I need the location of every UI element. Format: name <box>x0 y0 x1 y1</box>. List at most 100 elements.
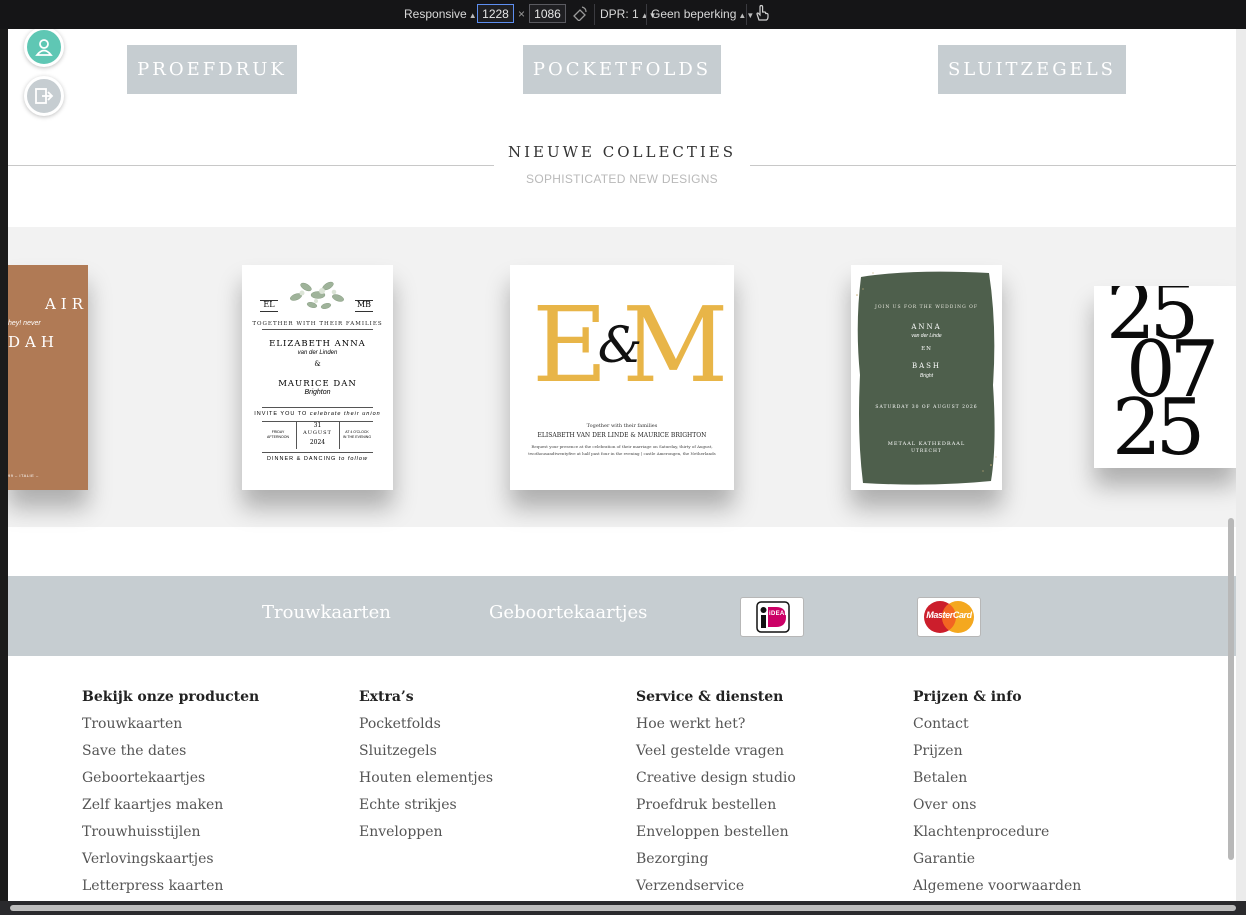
device-mode-select[interactable]: Responsive▲▼ <box>404 6 485 23</box>
green-date: SATURDAY 30 OF AUGUST 2026 <box>875 405 978 410</box>
footer-link[interactable]: Houten elementjes <box>359 769 493 796</box>
footer-link[interactable]: Bezorging <box>636 850 796 877</box>
card-place: IN THE EVENING <box>342 435 372 439</box>
card-day-number: 31 <box>313 422 322 429</box>
footer-link[interactable]: Letterpress kaarten <box>82 877 259 901</box>
footer-bar: Trouwkaarten Geboortekaartjes iDEAL Mast… <box>8 576 1236 656</box>
em-text-2: twothousandtwentyfive at half past four … <box>528 451 716 456</box>
footer-link[interactable]: Trouwkaarten <box>82 715 259 742</box>
footer-link[interactable]: Geboortekaartjes <box>82 769 259 796</box>
footer-link[interactable]: Pocketfolds <box>359 715 493 742</box>
user-icon <box>35 39 53 56</box>
footer-link[interactable]: Save the dates <box>82 742 259 769</box>
footer-link[interactable]: Over ons <box>913 796 1081 823</box>
footer-link[interactable]: Betalen <box>913 769 1081 796</box>
green-venue: METAAL KATHEDRAAL <box>887 441 966 447</box>
footer-link[interactable]: Veel gestelde vragen <box>636 742 796 769</box>
mastercard-label: MasterCard <box>926 610 972 620</box>
logout-button[interactable] <box>24 76 64 116</box>
footer-link[interactable]: Sluitzegels <box>359 742 493 769</box>
monogram-left: EL <box>263 300 275 309</box>
footer-link[interactable]: Trouwhuisstijlen <box>82 823 259 850</box>
em-together: Together with their families <box>586 423 658 429</box>
vertical-scrollbar-thumb[interactable] <box>1228 518 1234 860</box>
collection-card-green[interactable]: JOIN US FOR THE WEDDING OF ANNA van der … <box>851 265 1002 490</box>
horizontal-scrollbar-thumb[interactable] <box>10 905 1236 911</box>
ideal-label: iDEAL <box>769 611 789 617</box>
card-year: 2024 <box>309 439 326 446</box>
card-line-1: AIR <box>44 295 88 313</box>
card-invite-line: INVITE YOU TO celebrate their union <box>242 411 393 417</box>
category-button-sluitzegels[interactable]: SLUITZEGELS <box>938 45 1126 94</box>
footer-column-producten: Bekijk onze producten Trouwkaarten Save … <box>82 688 259 901</box>
card-day: FRIDAY <box>271 430 285 434</box>
mastercard-badge: MasterCard <box>917 597 981 637</box>
footer-link[interactable]: Prijzen <box>913 742 1081 769</box>
footer-column-service: Service & diensten Hoe werkt het? Veel g… <box>636 688 796 901</box>
section-divider-right <box>750 165 1236 166</box>
green-name-2: BASH <box>911 362 942 370</box>
footer-link-trouwkaarten[interactable]: Trouwkaarten <box>262 602 391 623</box>
account-button[interactable] <box>24 29 64 67</box>
card-script-2: Brighton <box>304 389 331 396</box>
column-title: Bekijk onze producten <box>82 689 260 705</box>
green-name-1: ANNA <box>911 323 942 331</box>
green-script-1: van der Linde <box>911 333 942 339</box>
section-subtitle: SOPHISTICATED NEW DESIGNS <box>526 172 718 186</box>
footer-link[interactable]: Algemene voorwaarden <box>913 877 1081 901</box>
card-ampersand: & <box>314 360 321 368</box>
green-city: UTRECHT <box>911 449 942 454</box>
footer-link[interactable]: Contact <box>913 715 1081 742</box>
footer-link[interactable]: Creative design studio <box>636 769 796 796</box>
collection-card-date[interactable]: 25 07 25 <box>1094 286 1236 468</box>
page-viewport: PROEFDRUK POCKETFOLDS SLUITZEGELS NIEUWE… <box>8 29 1236 901</box>
collection-card-floral[interactable]: EL MB TOGETHER WITH THEIR FAMILIES ELIZA… <box>242 265 393 490</box>
viewport-width-input[interactable]: 1228 <box>477 4 514 23</box>
footer-column-info: Prijzen & info Contact Prijzen Betalen O… <box>913 688 1081 901</box>
footer-link[interactable]: Enveloppen <box>359 823 493 850</box>
touch-simulation-icon[interactable] <box>754 4 770 21</box>
card-line-2: DAH <box>8 333 59 351</box>
category-button-proefdruk[interactable]: PROEFDRUK <box>127 45 297 94</box>
card-invite: INVITE YOU TO <box>254 411 308 417</box>
network-throttle-select[interactable]: Geen beperking▲▼ <box>651 6 754 23</box>
card-script: hey! never <box>8 320 41 327</box>
footer-link[interactable]: Echte strikjes <box>359 796 493 823</box>
footer-link[interactable]: Proefdruk bestellen <box>636 796 796 823</box>
horizontal-scrollbar[interactable] <box>0 901 1246 915</box>
footer-link[interactable]: Enveloppen bestellen <box>636 823 796 850</box>
section-divider-left <box>8 165 494 166</box>
section-title: NIEUWE COLLECTIES <box>507 143 737 161</box>
monogram-ampersand: & <box>597 316 643 374</box>
card-name-1: ELIZABETH ANNA <box>269 339 366 349</box>
green-intro: JOIN US FOR THE WEDDING OF <box>875 305 978 310</box>
footer-link[interactable]: Verlovingskaartjes <box>82 850 259 877</box>
card-bottom: DINNER & DANCING <box>267 456 337 462</box>
vertical-scrollbar[interactable] <box>1236 29 1246 901</box>
card-bottom-line: DINNER & DANCING to follow <box>242 456 393 462</box>
column-title: Extra’s <box>359 689 414 705</box>
footer-link[interactable]: Klachtenprocedure <box>913 823 1081 850</box>
footer-link[interactable]: Verzendservice <box>636 877 796 901</box>
viewport-height-input[interactable]: 1086 <box>529 4 566 23</box>
dpr-label: DPR: 1 <box>600 7 639 21</box>
footer-link[interactable]: Zelf kaartjes maken <box>82 796 259 823</box>
card-footer: 99 – ITALIE – <box>8 473 39 478</box>
footer-link[interactable]: Hoe werkt het? <box>636 715 796 742</box>
card-time: AFTERNOON <box>267 435 289 439</box>
footer-link-geboortekaartjes[interactable]: Geboortekaartjes <box>489 602 647 623</box>
collection-card-em[interactable]: E M & Together with their families ELISA… <box>510 265 734 490</box>
device-mode-label: Responsive <box>404 7 467 21</box>
card-invite-script: celebrate their union <box>309 411 381 417</box>
column-title: Prijzen & info <box>913 689 1022 705</box>
date-year: 25 <box>1112 383 1205 468</box>
monogram-right: MB <box>356 300 372 309</box>
category-button-pocketfolds[interactable]: POCKETFOLDS <box>523 45 721 94</box>
devtools-responsive-toolbar: Responsive▲▼ 1228 × 1086 DPR: 1▲▼ Geen b… <box>0 0 1246 29</box>
rotate-viewport-icon[interactable] <box>571 5 589 22</box>
footer-column-extras: Extra’s Pocketfolds Sluitzegels Houten e… <box>359 688 493 850</box>
collection-card-terracotta[interactable]: AIR hey! never DAH 99 – ITALIE – <box>8 265 88 490</box>
dpr-select[interactable]: DPR: 1 ▲▼ <box>600 6 657 23</box>
card-at: AT 4 O'CLOCK <box>345 430 369 434</box>
footer-link[interactable]: Garantie <box>913 850 1081 877</box>
